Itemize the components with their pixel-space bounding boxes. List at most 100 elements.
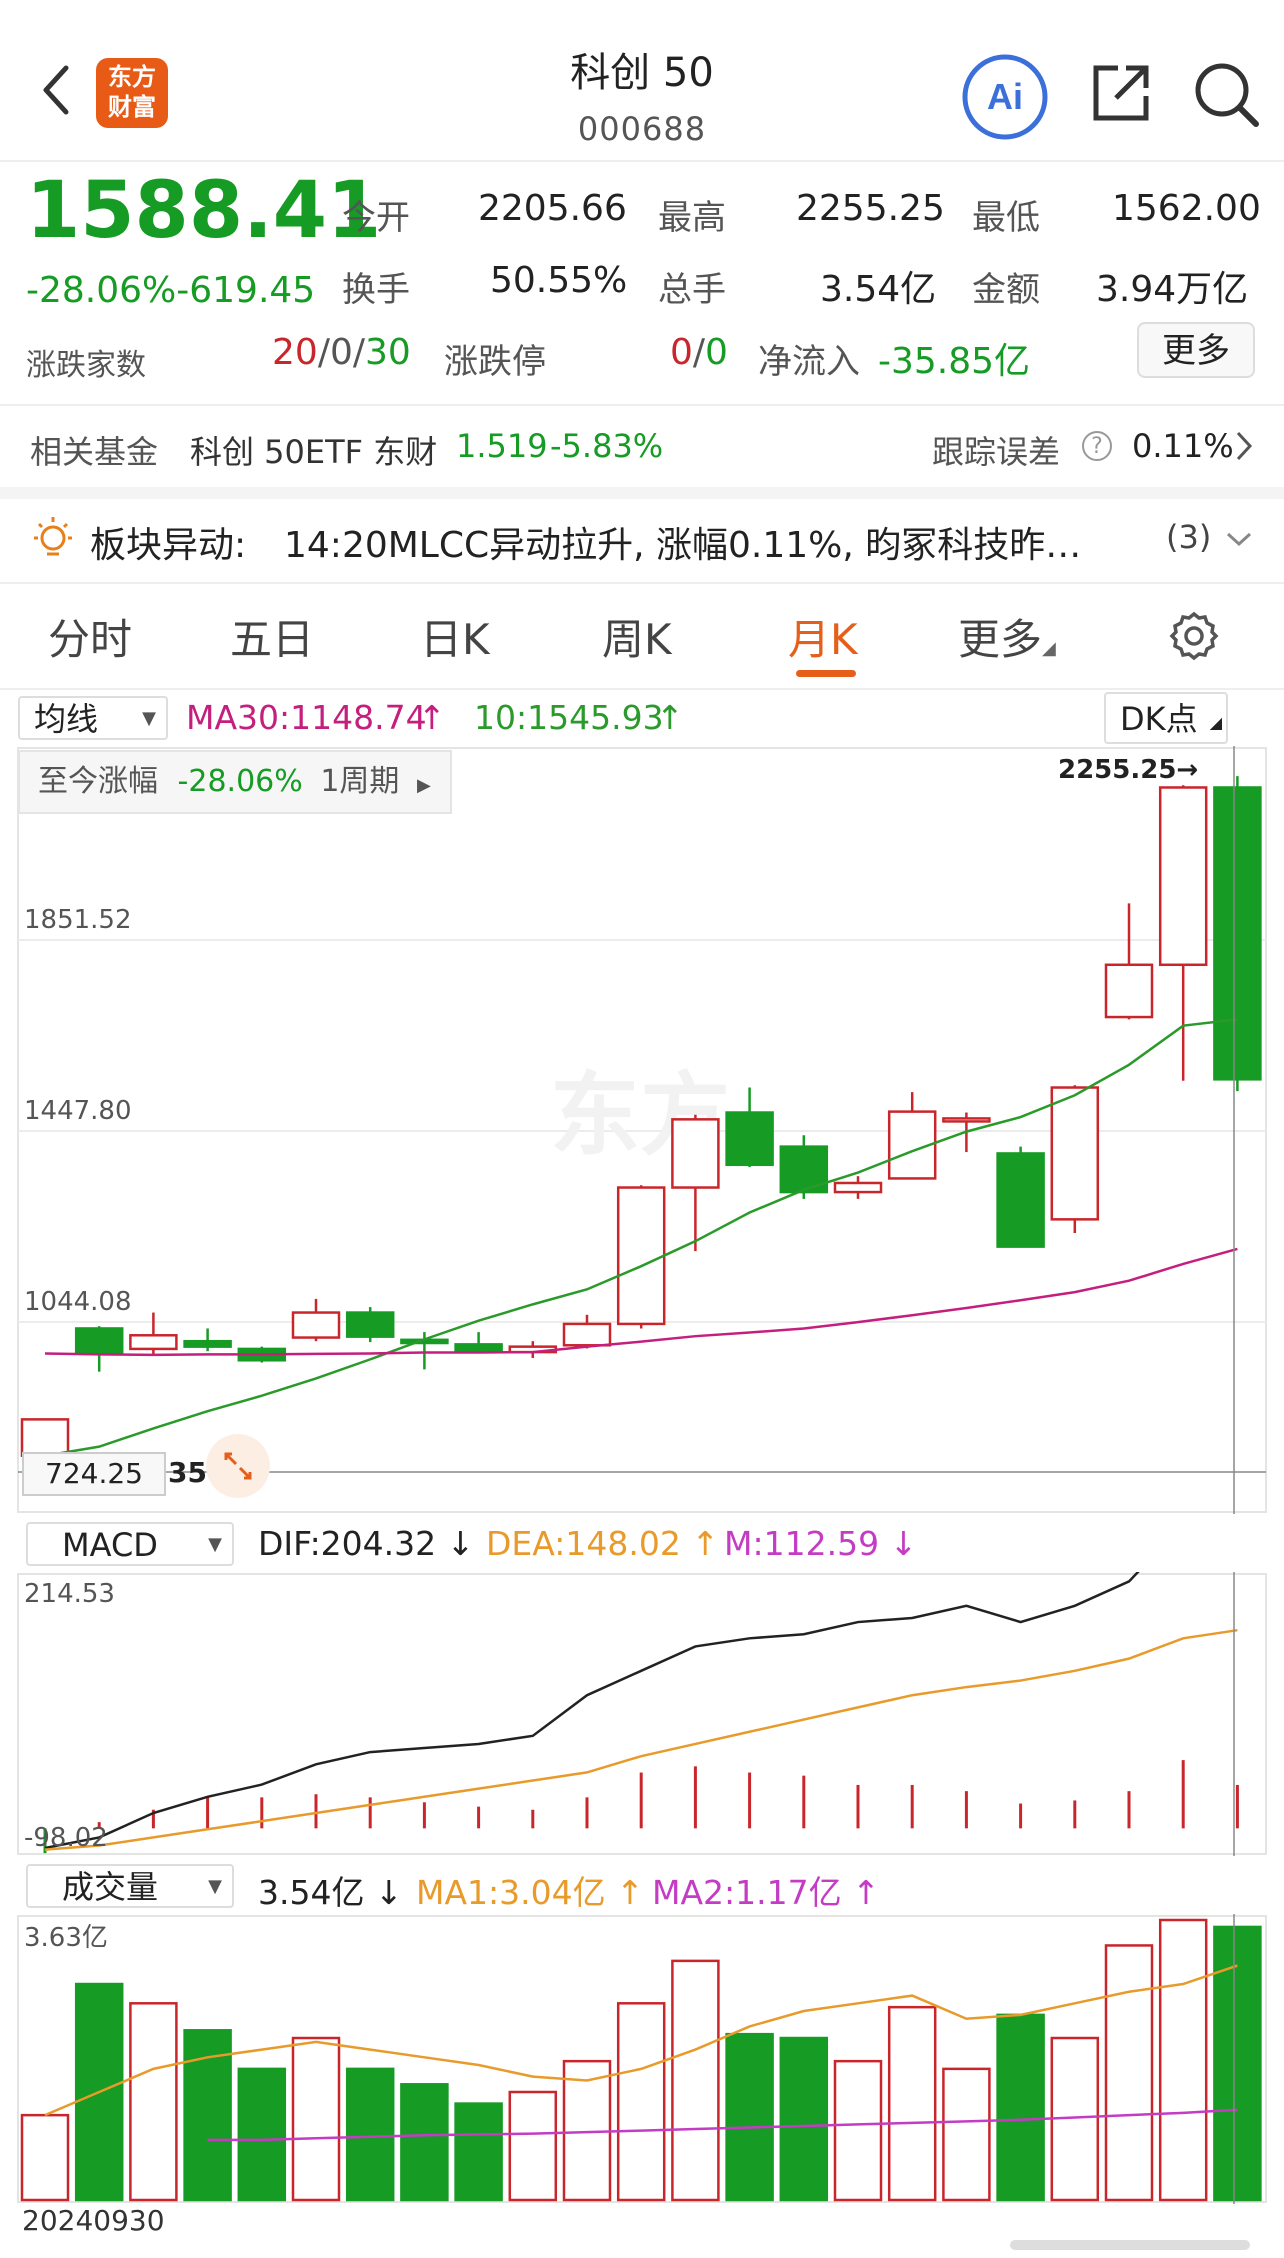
chevron-right-icon	[1234, 429, 1254, 467]
crosshair-extra: 35	[168, 1456, 207, 1489]
chevron-down-icon[interactable]	[1224, 524, 1254, 558]
vol-ma2-arrow-icon: ↑	[852, 1873, 880, 1912]
vol-ma2-readout: MA2:1.17亿 ↑	[652, 1866, 880, 1914]
breadth-down: 30	[365, 332, 411, 373]
fund-name: 科创 50ETF 东财	[190, 433, 438, 471]
candle-body	[562, 1322, 612, 1347]
candle-body	[183, 1339, 232, 1348]
ma10-readout: 10:1545.93	[474, 698, 664, 737]
volume-bar	[616, 2002, 666, 2202]
macd-y-top: 214.53	[24, 1579, 115, 1609]
since-label: 至今涨幅	[38, 764, 158, 799]
tab-weekly-k[interactable]: 周K	[602, 606, 672, 667]
volume-bar	[942, 2067, 991, 2202]
tabs-divider	[0, 688, 1284, 690]
indicator-select-label: 均线	[34, 700, 99, 738]
volume-bar	[291, 2036, 341, 2202]
date-label: 20240930	[22, 2204, 165, 2237]
header-divider	[0, 160, 1284, 162]
volume-caret-icon: ▼	[208, 1876, 222, 1897]
since-change-badge[interactable]: 至今涨幅 -28.06% 1周期 ▶	[18, 750, 452, 814]
macd-caret-icon: ▼	[208, 1534, 222, 1555]
macd-chart[interactable]: 214.53 -98.02	[0, 1572, 1284, 1856]
tab-intraday[interactable]: 分时	[48, 606, 132, 667]
dropdown-caret-icon: ◢	[1042, 638, 1056, 659]
dif-arrow-icon: ↓	[446, 1524, 475, 1563]
volume-y-top: 3.63亿	[24, 1923, 108, 1953]
candle-body	[942, 1117, 991, 1123]
turnover-value: 50.55%	[490, 260, 628, 301]
low-value: 1562.00	[1112, 188, 1261, 229]
search-icon[interactable]	[1190, 58, 1262, 130]
breadth-flat: 0	[329, 332, 353, 373]
macd-select-label: MACD	[62, 1526, 158, 1564]
settings-gear-icon[interactable]	[1168, 610, 1220, 666]
indicator-select[interactable]: 均线 ▼	[18, 696, 168, 740]
candle-body	[1050, 1086, 1100, 1221]
vol-ma2-value: MA2:1.17亿	[652, 1873, 842, 1912]
macd-y-bottom: -98.02	[24, 1823, 108, 1853]
limit-values: 0/0	[670, 332, 728, 373]
vol-ma1-readout: MA1:3.04亿 ↑	[416, 1866, 644, 1914]
ai-button[interactable]: Ai	[960, 52, 1050, 142]
expand-icon[interactable]	[206, 1434, 270, 1498]
amount-value: 3.94万亿	[1096, 269, 1249, 310]
volume-bar	[1158, 1918, 1208, 2202]
volume-readout: 3.54亿 ↓	[258, 1866, 403, 1914]
candle-body	[1213, 786, 1262, 1081]
breadth-up: 20	[272, 332, 318, 373]
candle-body	[129, 1334, 178, 1351]
tab-active-indicator	[796, 670, 856, 677]
tab-more[interactable]: 更多◢	[958, 606, 1056, 667]
help-icon[interactable]: ?	[1082, 431, 1112, 461]
volume-arrow-icon: ↓	[374, 1873, 403, 1912]
volume-bar	[887, 2005, 937, 2202]
high-label: 最高	[658, 198, 726, 238]
candle-body	[725, 1111, 774, 1167]
volume-bar	[725, 2032, 774, 2202]
dk-caret-icon: ◢	[1209, 713, 1222, 732]
tracking-error-label: 跟踪误差	[932, 433, 1061, 471]
volume-bar	[237, 2067, 287, 2202]
alert-row[interactable]: 板块异动: 14:20MLCC异动拉升, 涨幅0.11%, 昀冢科技昨… (3)	[0, 500, 1284, 582]
volume-select-label: 成交量	[62, 1868, 159, 1906]
volume-bar	[996, 2013, 1045, 2202]
tab-monthly-k[interactable]: 月K	[788, 606, 858, 667]
vol-ma1-arrow-icon: ↑	[616, 1873, 644, 1912]
candle-body	[291, 1311, 341, 1339]
home-indicator	[1010, 2240, 1250, 2250]
ma30-readout: MA30:1148.74	[186, 698, 427, 737]
y-label-1: 1851.52	[24, 905, 132, 935]
dk-point-button[interactable]: DK点 ◢	[1104, 692, 1228, 744]
volume-select[interactable]: 成交量 ▼	[26, 1864, 234, 1908]
period-label: 1周期	[320, 764, 400, 799]
volume-chart[interactable]: 3.63亿	[0, 1914, 1284, 2204]
alert-divider	[0, 582, 1284, 584]
high-value: 2255.25	[796, 188, 945, 229]
vol-ma1-value: MA1:3.04亿	[416, 1873, 606, 1912]
m-value: M:112.59	[724, 1524, 880, 1563]
dea-readout: DEA:148.02 ↑	[486, 1524, 719, 1563]
tab-five-day[interactable]: 五日	[230, 606, 314, 667]
kline-chart[interactable]: 东方 1851.52 1447.80 1044.08 2255.25→	[0, 746, 1284, 1514]
breadth-label: 涨跌家数	[26, 348, 146, 383]
turnover-label: 换手	[342, 270, 410, 310]
fund-price: 1.519	[456, 427, 548, 465]
bulb-icon	[28, 514, 78, 568]
more-button[interactable]: 更多	[1137, 322, 1255, 378]
fund-change: -5.83%	[550, 427, 664, 465]
candle-body	[1104, 963, 1154, 1019]
crosshair-price-label: 724.25	[22, 1452, 166, 1496]
volume-bar	[129, 2002, 178, 2202]
macd-select[interactable]: MACD ▼	[26, 1522, 234, 1566]
y-label-3: 1044.08	[24, 1287, 132, 1317]
candle-body	[833, 1181, 883, 1194]
tab-daily-k[interactable]: 日K	[420, 606, 490, 667]
fund-row[interactable]: 相关基金 科创 50ETF 东财 1.519 -5.83% 跟踪误差 ? 0.1…	[0, 405, 1284, 487]
candle-body	[20, 1418, 70, 1457]
limit-up: 0	[670, 332, 693, 373]
low-label: 最低	[972, 198, 1040, 238]
alert-text: 14:20MLCC异动拉升, 涨幅0.11%, 昀冢科技昨…	[284, 525, 1082, 566]
share-icon[interactable]	[1088, 60, 1154, 126]
volume-value: 3.54亿	[820, 269, 937, 310]
